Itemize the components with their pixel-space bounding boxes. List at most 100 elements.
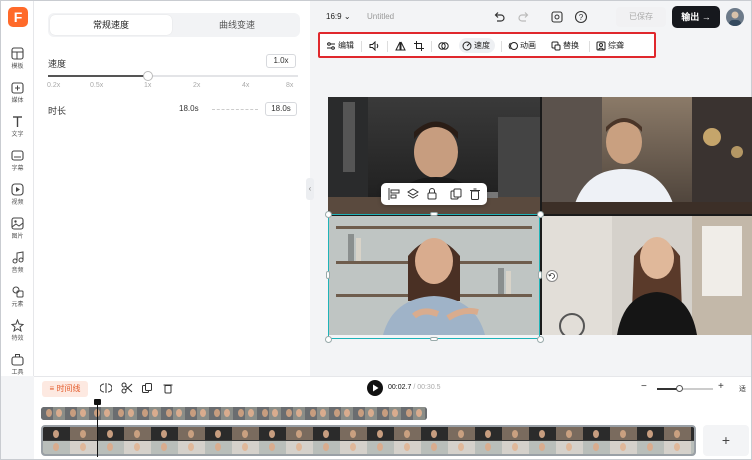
text-icon [13, 116, 22, 127]
duration-label: 时长 [48, 106, 67, 116]
help-icon[interactable]: ? [574, 10, 588, 24]
user-avatar-icon [729, 11, 741, 26]
duplicate-icon[interactable] [449, 187, 463, 201]
video-cell-bottom-right[interactable] [542, 216, 752, 335]
aspect-ratio-value: 16:9 [326, 12, 342, 21]
flip-button[interactable] [395, 38, 408, 53]
tab-curve-speed[interactable]: 曲线变速 [176, 15, 298, 35]
video-cell-top-right[interactable] [542, 97, 752, 214]
flip-icon [395, 41, 406, 51]
animation-button[interactable]: 动画 [508, 38, 536, 53]
audio-track-clip[interactable] [41, 407, 427, 420]
add-clip-button[interactable]: + [703, 425, 749, 456]
nav-tools[interactable]: 工具 [1, 351, 34, 383]
opacity-button[interactable] [438, 38, 451, 53]
selection-box[interactable] [328, 214, 540, 339]
split-icon[interactable] [100, 382, 112, 394]
zoom-slider-thumb[interactable] [676, 385, 684, 392]
tab-regular-speed[interactable]: 常规速度 [50, 15, 172, 35]
left-nav: F 模板 媒体 文字 字幕 视频 图片 音频 元素 特效 工具 [1, 1, 34, 376]
nav-template[interactable]: 模板 [1, 45, 34, 77]
resize-handle-bottom[interactable] [430, 337, 438, 341]
timeline-toggle-button[interactable]: ≡ 时间线 [42, 381, 88, 397]
aspect-ratio-select[interactable]: 16:9 ⌄ [326, 12, 351, 21]
align-icon[interactable] [387, 187, 401, 201]
resize-handle-left[interactable] [326, 271, 330, 279]
layers-icon[interactable] [406, 187, 420, 201]
playhead[interactable] [94, 399, 101, 457]
volume-button[interactable] [369, 38, 382, 53]
edit-button[interactable]: 编辑 [326, 38, 354, 53]
resize-handle-top-right[interactable] [537, 211, 544, 218]
speed-label: 速度 [474, 41, 490, 50]
speed-slider-fill [48, 75, 148, 77]
duration-arrow [212, 109, 258, 110]
copy-icon[interactable] [141, 382, 153, 394]
media-icon [11, 82, 24, 94]
nav-audio[interactable]: 音频 [1, 249, 34, 281]
trash-icon[interactable] [468, 187, 482, 201]
speed-tick: 1x [144, 82, 152, 89]
speed-tick: 8x [286, 82, 294, 89]
nav-image[interactable]: 图片 [1, 215, 34, 247]
clip-floating-toolbar [381, 183, 487, 205]
video-track-clip[interactable] [41, 425, 696, 456]
project-title[interactable]: Untitled [367, 12, 394, 21]
replace-button[interactable]: 替换 [551, 38, 579, 53]
resize-handle-top-left[interactable] [325, 211, 332, 218]
zoom-out-button[interactable]: − [641, 381, 647, 392]
duration-original: 18.0s [179, 104, 199, 113]
nav-label: 音频 [11, 268, 24, 274]
export-label: 输出 [681, 12, 700, 22]
collapse-panel-button[interactable]: ‹ [306, 178, 314, 200]
current-time: 00:02.7 [388, 384, 412, 391]
opacity-icon [438, 42, 449, 50]
zoom-slider[interactable] [657, 385, 713, 392]
export-button[interactable]: 输出 → [672, 6, 720, 28]
app-logo[interactable]: F [8, 7, 28, 27]
clip-edit-toolbar: 编辑 速度 动画 替换 综聋 [318, 32, 656, 58]
total-time: / 00:30.5 [413, 384, 441, 391]
replace-icon [551, 41, 561, 51]
replace-label: 替换 [563, 41, 579, 50]
svg-text:?: ? [579, 13, 584, 22]
nav-media[interactable]: 媒体 [1, 79, 34, 111]
zoom-in-button[interactable]: + [718, 381, 724, 392]
resize-handle-bottom-left[interactable] [325, 336, 332, 343]
speed-tick: 4x [242, 82, 250, 89]
nav-effects[interactable]: 特效 [1, 317, 34, 349]
redo-icon[interactable] [517, 10, 531, 24]
nav-label: 元素 [11, 302, 24, 308]
nav-label: 特效 [11, 336, 24, 342]
speed-button[interactable]: 速度 [459, 38, 495, 53]
video-track-thumbnails [43, 427, 694, 454]
nav-subtitle[interactable]: 字幕 [1, 147, 34, 179]
video-frame-man-office [542, 97, 752, 214]
delete-icon[interactable] [162, 382, 174, 394]
speed-value-input[interactable]: 1.0x [266, 54, 296, 68]
crop-button[interactable] [414, 38, 426, 53]
rotate-icon[interactable] [546, 270, 558, 282]
animation-label: 动画 [520, 41, 536, 50]
speed-slider[interactable] [48, 71, 298, 81]
screenshot-icon[interactable] [550, 10, 564, 24]
track-thumbnails [41, 407, 427, 420]
undo-icon[interactable] [492, 10, 506, 24]
resize-handle-right[interactable] [538, 271, 542, 279]
lock-icon[interactable] [425, 187, 439, 201]
nav-elements[interactable]: 元素 [1, 283, 34, 315]
crop-icon [414, 40, 424, 51]
resize-handle-bottom-right[interactable] [537, 336, 544, 343]
caption-button[interactable]: 综聋 [596, 38, 624, 53]
avatar[interactable] [726, 8, 744, 26]
nav-label: 文字 [11, 132, 24, 138]
duration-input[interactable]: 18.0s [265, 102, 297, 116]
caption-icon [596, 41, 606, 51]
fit-button[interactable]: 适 [739, 384, 746, 394]
resize-handle-top[interactable] [430, 212, 438, 216]
nav-video[interactable]: 视频 [1, 181, 34, 213]
play-button[interactable] [367, 380, 383, 396]
speed-slider-thumb[interactable] [143, 71, 153, 81]
nav-text[interactable]: 文字 [1, 113, 34, 145]
scissors-icon[interactable] [121, 382, 133, 394]
